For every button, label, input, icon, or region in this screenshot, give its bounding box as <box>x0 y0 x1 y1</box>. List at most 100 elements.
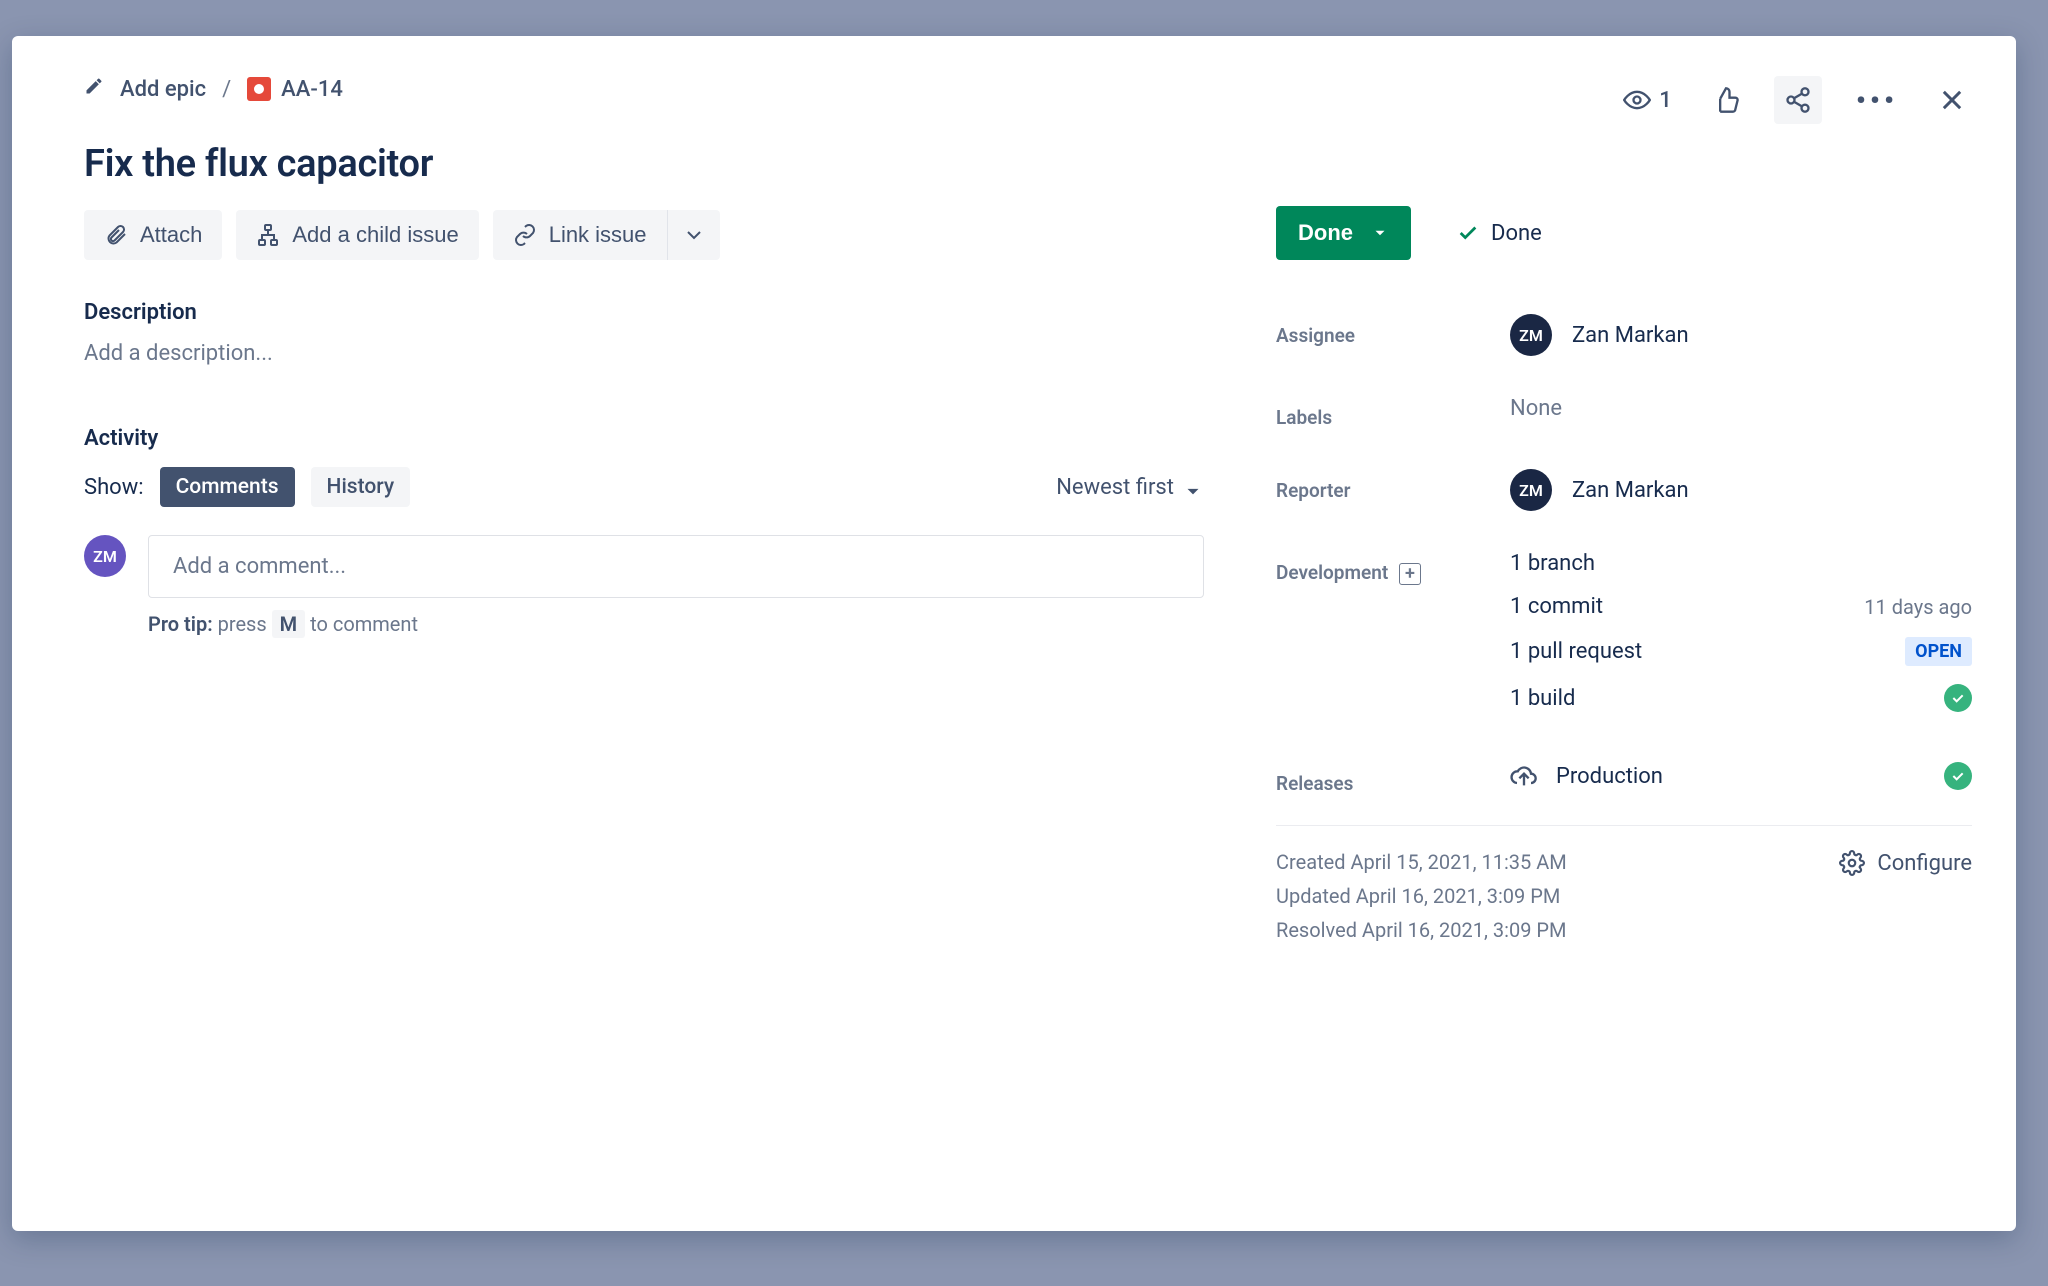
resolution-text: Done <box>1491 221 1542 246</box>
dots-icon: ••• <box>1856 84 1898 117</box>
protip-text-b: to comment <box>310 612 418 636</box>
release-success-icon <box>1944 762 1972 790</box>
share-button[interactable] <box>1774 76 1822 124</box>
attach-button[interactable]: Attach <box>84 210 222 260</box>
protip-lead: Pro tip: <box>148 612 213 636</box>
development-field: Development + 1 branch 1 commit 11 days … <box>1276 551 1972 712</box>
link-issue-split: Link issue <box>493 210 720 260</box>
tab-comments[interactable]: Comments <box>160 467 295 507</box>
paperclip-icon <box>104 223 128 247</box>
watch-button[interactable]: 1 <box>1617 80 1678 120</box>
breadcrumb-separator: / <box>222 77 231 102</box>
pr-badge: OPEN <box>1905 637 1972 666</box>
current-user-avatar: ZM <box>84 535 126 577</box>
add-epic-link[interactable]: Add epic <box>120 77 206 102</box>
protip-text-a: press <box>218 612 267 636</box>
watch-count: 1 <box>1659 88 1672 113</box>
reporter-field[interactable]: Reporter ZM Zan Markan <box>1276 469 1972 511</box>
issue-main: Add epic / AA-14 Fix the flux capacitor … <box>12 36 1276 1231</box>
comment-input-row: ZM Add a comment... <box>84 535 1204 598</box>
labels-field[interactable]: Labels None <box>1276 396 1972 429</box>
close-icon <box>1938 86 1966 114</box>
dev-pr-row[interactable]: 1 pull request OPEN <box>1510 637 1972 666</box>
build-success-icon <box>1944 684 1972 712</box>
dev-branch: 1 branch <box>1510 551 1595 576</box>
status-dropdown[interactable]: Done <box>1276 206 1411 260</box>
resolved-date: Resolved April 16, 2021, 3:09 PM <box>1276 918 1567 942</box>
activity-controls: Show: Comments History Newest first <box>84 467 1204 507</box>
comment-protip: Pro tip: press M to comment <box>148 612 1204 636</box>
issue-summary[interactable]: Fix the flux capacitor <box>84 142 1204 186</box>
check-icon <box>1457 222 1479 244</box>
reporter-label: Reporter <box>1276 469 1510 502</box>
pencil-icon <box>84 76 104 102</box>
sort-label: Newest first <box>1056 475 1174 500</box>
created-date: Created April 15, 2021, 11:35 AM <box>1276 850 1567 874</box>
chevron-down-icon <box>1371 224 1389 242</box>
more-actions-button[interactable]: ••• <box>1850 78 1904 123</box>
labels-label: Labels <box>1276 396 1510 429</box>
releases-label: Releases <box>1276 762 1510 795</box>
releases-field[interactable]: Releases Production <box>1276 762 1972 795</box>
link-issue-label: Link issue <box>549 222 647 248</box>
description-field[interactable]: Add a description... <box>84 341 1204 366</box>
issue-modal: 1 ••• Add epic / AA-14 Fix the flux <box>12 36 2016 1231</box>
link-issue-button[interactable]: Link issue <box>493 210 667 260</box>
details-fields: Assignee ZM Zan Markan Labels None Repor… <box>1276 314 1972 795</box>
link-issue-chevron[interactable] <box>667 210 720 260</box>
release-name: Production <box>1556 764 1663 789</box>
status-row: Done Done <box>1276 206 1972 260</box>
dev-commit-row[interactable]: 1 commit 11 days ago <box>1510 594 1972 619</box>
issue-key-link[interactable]: AA-14 <box>247 77 343 102</box>
eye-icon <box>1623 86 1651 114</box>
reporter-name: Zan Markan <box>1572 478 1689 503</box>
activity-label: Activity <box>84 426 1204 451</box>
show-label: Show: <box>84 475 144 500</box>
cloud-upload-icon <box>1510 762 1538 790</box>
issue-key-text: AA-14 <box>281 77 343 102</box>
dev-commit: 1 commit <box>1510 594 1603 619</box>
sort-button[interactable]: Newest first <box>1056 475 1204 500</box>
assignee-name: Zan Markan <box>1572 323 1689 348</box>
resolution-indicator: Done <box>1457 221 1542 246</box>
plus-icon[interactable]: + <box>1399 563 1421 585</box>
bug-icon <box>247 77 271 101</box>
child-issue-icon <box>256 223 280 247</box>
arrow-down-icon <box>1182 476 1204 498</box>
gear-icon <box>1839 850 1865 876</box>
meta-row: Created April 15, 2021, 11:35 AM Updated… <box>1276 850 1972 942</box>
assignee-avatar: ZM <box>1510 314 1552 356</box>
like-button[interactable] <box>1706 80 1746 120</box>
thumbs-up-icon <box>1712 86 1740 114</box>
description-label: Description <box>84 300 1204 325</box>
tab-history[interactable]: History <box>311 467 411 507</box>
dev-build-row[interactable]: 1 build <box>1510 684 1972 712</box>
meta-dates: Created April 15, 2021, 11:35 AM Updated… <box>1276 850 1567 942</box>
updated-date: Updated April 16, 2021, 3:09 PM <box>1276 884 1567 908</box>
configure-button[interactable]: Configure <box>1839 850 1972 876</box>
development-label: Development + <box>1276 551 1510 585</box>
labels-value: None <box>1510 396 1972 421</box>
assignee-label: Assignee <box>1276 314 1510 347</box>
attach-label: Attach <box>140 222 202 248</box>
link-icon <box>513 223 537 247</box>
close-button[interactable] <box>1932 80 1972 120</box>
comment-input[interactable]: Add a comment... <box>148 535 1204 598</box>
assignee-field[interactable]: Assignee ZM Zan Markan <box>1276 314 1972 356</box>
dev-branch-row[interactable]: 1 branch <box>1510 551 1972 576</box>
dev-commit-time: 11 days ago <box>1864 595 1972 619</box>
issue-actions: Attach Add a child issue Link issue <box>84 210 1204 260</box>
add-child-label: Add a child issue <box>292 222 458 248</box>
configure-label: Configure <box>1877 851 1972 876</box>
activity-tabs: Show: Comments History <box>84 467 410 507</box>
chevron-down-icon <box>682 223 706 247</box>
share-icon <box>1784 86 1812 114</box>
issue-side: Done Done Assignee ZM Zan Markan Labels … <box>1276 36 2016 1231</box>
add-child-issue-button[interactable]: Add a child issue <box>236 210 478 260</box>
dev-build: 1 build <box>1510 686 1575 711</box>
protip-key: M <box>272 610 306 638</box>
status-label: Done <box>1298 220 1353 246</box>
modal-top-actions: 1 ••• <box>1617 76 1972 124</box>
dev-pr: 1 pull request <box>1510 639 1642 664</box>
divider <box>1276 825 1972 826</box>
